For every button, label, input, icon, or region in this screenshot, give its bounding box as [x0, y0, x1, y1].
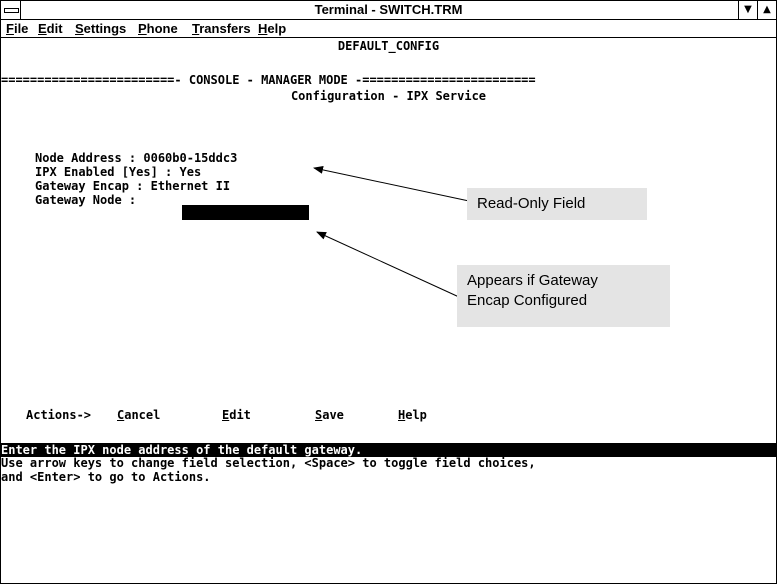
read-only-arrow — [313, 165, 470, 202]
gateway-callout-line-2: Encap Configured — [467, 292, 588, 309]
read-only-callout-text: Read-Only Field — [477, 195, 586, 212]
gateway-node-arrow — [316, 231, 460, 298]
gateway-callout-line-1: Appears if Gateway — [467, 272, 598, 289]
terminal-window: Terminal - SWITCH.TRM ▼ ▲ File Edit Sett… — [0, 0, 777, 584]
read-only-callout: Read-Only Field — [467, 188, 647, 220]
gateway-callout: Appears if Gateway Encap Configured — [457, 265, 670, 327]
